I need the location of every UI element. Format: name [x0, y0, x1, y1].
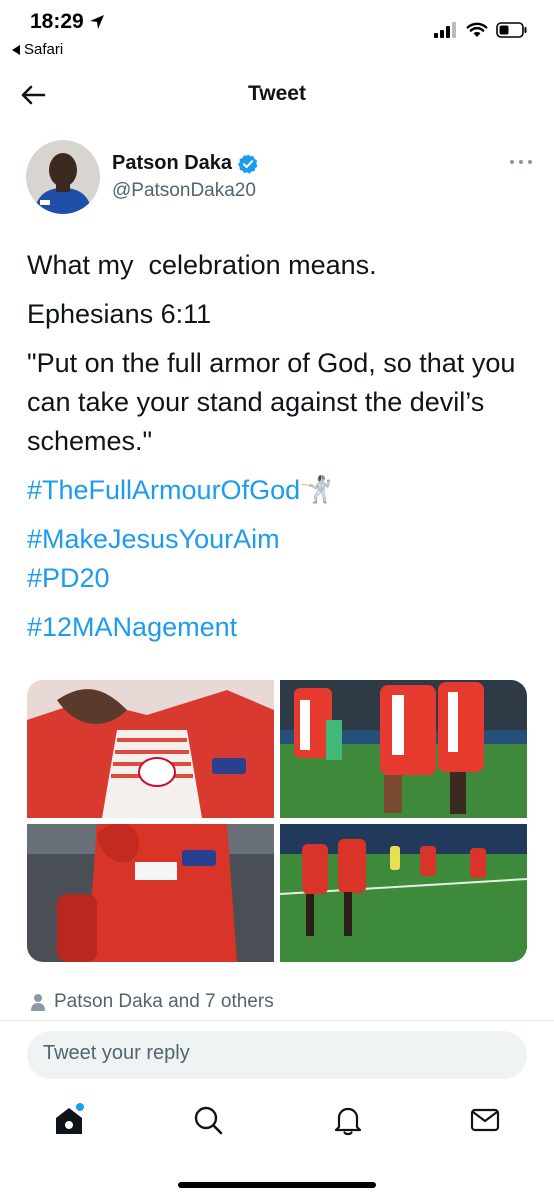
verified-badge-icon: [238, 154, 258, 174]
hashtag-link[interactable]: #PD20: [27, 559, 110, 598]
avatar-image: [26, 140, 100, 214]
signal-icon: [434, 22, 456, 38]
tweet-author: Patson Daka @PatsonDaka20: [26, 140, 536, 216]
hashtag-text: #TheFullArmourOfGod: [27, 475, 301, 505]
status-bar: 18:29 Safari: [0, 0, 554, 64]
author-name-text: Patson Daka: [112, 152, 233, 174]
media-photo-3[interactable]: [27, 824, 274, 962]
tweet-text: What my celebration means. Ephesians 6:1…: [27, 246, 527, 647]
media-photo-2[interactable]: [280, 680, 527, 818]
hashtag-link[interactable]: #MakeJesusYourAim: [27, 520, 280, 559]
tweet-media-grid[interactable]: [27, 680, 527, 962]
back-to-safari[interactable]: Safari: [12, 41, 63, 58]
liked-by-text: Patson Daka and 7 others: [54, 991, 274, 1012]
hashtag-link[interactable]: #TheFullArmourOfGod 🤺: [27, 471, 332, 510]
status-time: 18:29: [30, 10, 105, 34]
divider: [0, 1020, 554, 1021]
tweet-line-1: What my celebration means.: [27, 250, 377, 280]
home-indicator: [178, 1182, 376, 1188]
page-title: Tweet: [248, 82, 306, 105]
notifications-icon[interactable]: [331, 1103, 365, 1137]
back-triangle-icon: [12, 44, 20, 55]
liked-by[interactable]: Patson Daka and 7 others: [30, 991, 274, 1013]
time-text: 18:29: [30, 10, 84, 33]
nav-header: Tweet: [0, 70, 554, 120]
tweet-line-2: Ephesians 6:11: [27, 299, 212, 329]
search-icon[interactable]: [191, 1103, 225, 1137]
home-icon[interactable]: [52, 1103, 86, 1137]
tweet-line-3: "Put on the full armor of God, so that y…: [27, 348, 516, 456]
reply-input[interactable]: Tweet your reply: [27, 1031, 527, 1079]
tab-bar: [0, 1095, 554, 1151]
status-icons: [434, 22, 528, 38]
messages-icon[interactable]: [468, 1103, 502, 1137]
media-photo-1[interactable]: [27, 680, 274, 818]
avatar[interactable]: [26, 140, 100, 214]
media-photo-4[interactable]: [280, 824, 527, 962]
more-options-icon[interactable]: [506, 154, 536, 170]
author-handle[interactable]: @PatsonDaka20: [112, 180, 256, 202]
fencer-emoji: 🤺: [300, 475, 333, 505]
location-arrow-icon: [89, 15, 104, 29]
hashtag-link[interactable]: #12MANagement: [27, 608, 237, 647]
battery-icon: [496, 22, 527, 38]
person-icon: [31, 994, 45, 1011]
back-app-label: Safari: [24, 41, 64, 58]
wifi-icon: [466, 22, 488, 37]
author-name[interactable]: Patson Daka: [112, 152, 258, 175]
